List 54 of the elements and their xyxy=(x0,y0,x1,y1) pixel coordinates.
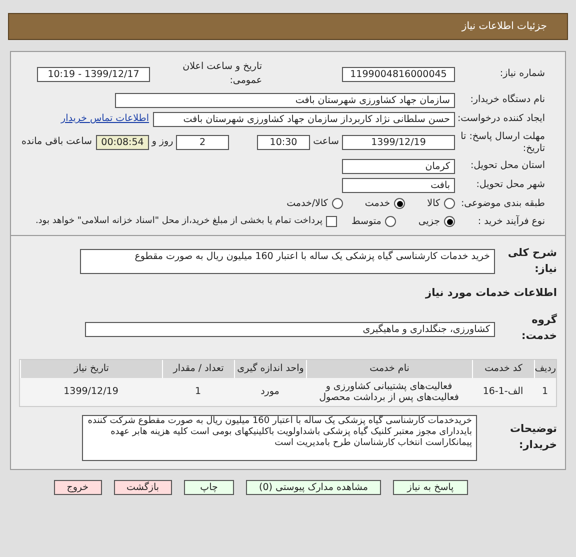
text-field[interactable]: 00:08:54 xyxy=(96,135,149,150)
radio-button[interactable] xyxy=(385,216,396,228)
action-button[interactable]: چاپ xyxy=(184,480,234,495)
radio-button[interactable] xyxy=(444,216,455,228)
text-field[interactable]: 1399/12/17 - 10:19 xyxy=(37,66,150,82)
radio-label: جزیی xyxy=(418,214,440,229)
table-cell-text: 1 xyxy=(194,386,202,398)
text-field[interactable]: بافت xyxy=(342,178,455,192)
text-field[interactable]: 1199004816000045 xyxy=(342,66,455,82)
radio-label: کالا xyxy=(427,196,440,210)
text-field[interactable]: کرمان xyxy=(342,158,455,174)
radio-label: خدمت xyxy=(364,196,390,210)
field-label: ایجاد کننده درخواست: xyxy=(456,113,545,125)
checkbox[interactable] xyxy=(326,216,338,228)
text-field[interactable]: 2 xyxy=(176,135,229,150)
field-label: ساعت باقی مانده xyxy=(22,135,92,150)
field-label: شماره نیاز: xyxy=(498,67,545,82)
action-button[interactable]: مشاهده مدارک پیوستی (0) xyxy=(246,480,381,495)
text-field[interactable]: کشاورزی، جنگلداری و ماهیگیری xyxy=(85,322,495,336)
description-box[interactable]: خرید خدمات کارشناسی گیاه پزشکی یک ساله با اعتبار 160 میلیون ریال به صورت مقطوع xyxy=(80,249,495,274)
field-label: شرح کلی نیاز: xyxy=(506,246,557,277)
radio-label: متوسط xyxy=(351,214,382,229)
header-title: جزئیات اطلاعات نیاز xyxy=(462,20,547,34)
action-button[interactable]: پاسخ به نیاز xyxy=(393,480,468,495)
field-label: ساعت xyxy=(312,135,340,150)
text-field[interactable]: سازمان جهاد کشاورزی شهرستان بافت xyxy=(115,92,455,108)
field-label: گروه خدمت: xyxy=(520,313,557,344)
section-title: اطلاعات خدمات مورد نیاز xyxy=(424,286,557,301)
action-button[interactable]: خروج xyxy=(54,480,102,495)
text-field[interactable]: 10:30 xyxy=(257,135,310,150)
table-cell-text: الف-1-16 xyxy=(482,386,524,398)
field-label: استان محل تحویل: xyxy=(469,158,545,173)
field-label: نوع فرآیند خرید : xyxy=(476,214,545,229)
radio-label: کالا/خدمت xyxy=(286,196,328,210)
table-cell-text: فعالیت‌های پشتیبانی کشاورزی و فعالیت‌های پس از برداشت محصول xyxy=(318,380,460,403)
field-label: نام دستگاه خریدار: xyxy=(469,92,545,107)
text-field[interactable]: 1399/12/19 xyxy=(342,135,455,150)
table-cell-text: 1399/12/19 xyxy=(62,386,120,398)
action-button[interactable]: بازگشت xyxy=(114,480,172,495)
radio-button[interactable] xyxy=(394,198,406,210)
radio-button[interactable] xyxy=(332,198,343,210)
contact-link[interactable]: اطلاعات تماس خریدار xyxy=(60,112,149,126)
field-label: طبقه بندی موضوعی: xyxy=(460,196,545,210)
field-label: توضیحات خریدار: xyxy=(508,422,557,453)
text-field[interactable]: حسن سلطانی نژاد کاربرداز سازمان جهاد کشاورزی شهرستان بافت xyxy=(153,112,455,126)
field-label: شهر محل تحویل: xyxy=(475,178,545,192)
field-label: تاریخ و ساعت اعلان عمومی: xyxy=(182,60,262,88)
radio-button[interactable] xyxy=(444,198,455,210)
field-label: روز و xyxy=(150,135,174,150)
checkbox-label: پرداخت تمام یا بخشی از مبلغ خرید،از محل "اسناد خزانه اسلامی" خواهد بود. xyxy=(35,215,322,228)
field-label: مهلت ارسال پاسخ: تا تاریخ: xyxy=(460,130,545,154)
notes-box[interactable]: خریدخدمات کارشناسی گیاه پزشکی یک ساله با اعتبار 160 میلیون ریال به صورت مقطوع شرکت کننده بایددارای مجوز معتبر کلنیک گیاه پزشکی باشداولویت باکلینیکهای بومی است کلیه هزینه هابر عهده پیمانکاراست انتخاب کارشناسان طرح بامدیریت است xyxy=(82,414,477,461)
table-cell-text: 1 xyxy=(540,386,550,398)
table-cell-text: مورد xyxy=(260,386,280,398)
